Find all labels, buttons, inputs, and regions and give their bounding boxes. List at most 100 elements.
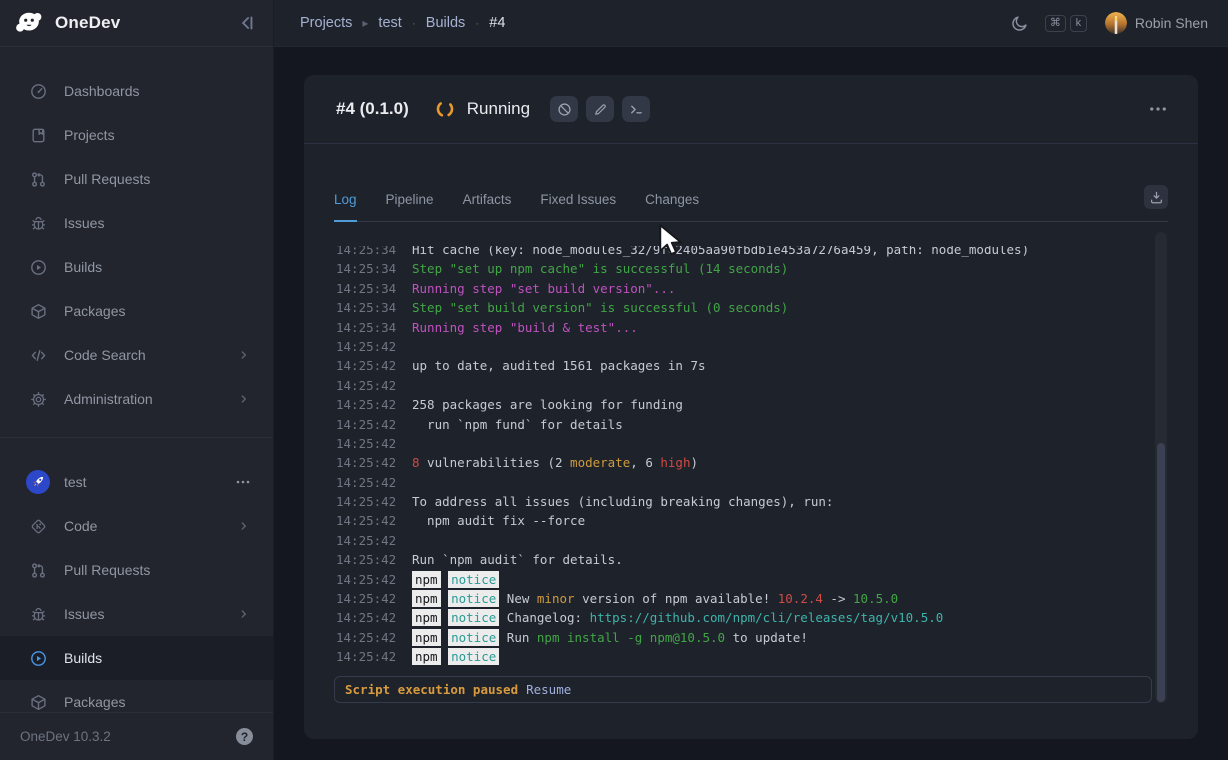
dark-mode-toggle-moon-icon[interactable] [1011,14,1029,32]
log-timestamp: 14:25:42 [336,570,398,589]
paused-banner: Script execution paused Resume [334,676,1152,703]
tab-log[interactable]: Log [334,192,357,222]
log-line: 14:25:42To address all issues (including… [304,492,1198,511]
sidebar-item-code[interactable]: Code [0,504,273,548]
bug-icon [30,606,47,623]
chevron-right-icon [237,519,251,533]
tab-pipeline[interactable]: Pipeline [386,192,434,222]
sidebar-footer: OneDev 10.3.2 ? [0,712,273,760]
breadcrumb-item-test[interactable]: test [378,15,401,31]
pull-request-icon [30,562,47,579]
more-options-icon[interactable] [1148,99,1168,119]
resume-link[interactable]: Resume [526,682,571,697]
log-timestamp: 14:25:42 [336,511,398,530]
log-line: 14:25:42 [304,434,1198,453]
log-scrollbar-thumb[interactable] [1157,443,1165,702]
breadcrumb-item-projects[interactable]: Projects [300,15,352,31]
log-message: Hit cache (key: node_modules_32/9fe2405a… [412,246,1029,259]
sidebar-item-label: Packages [64,694,125,710]
sidebar-item-pull-requests[interactable]: Pull Requests [0,548,273,592]
log-message: npm notice [412,647,499,666]
log-line: 14:25:42 [304,376,1198,395]
user-name[interactable]: Robin Shen [1135,15,1208,31]
sidebar-item-packages[interactable]: Packages [0,289,273,333]
sidebar-item-administration[interactable]: Administration [0,377,273,421]
running-spinner-icon [435,99,455,119]
tab-fixed-issues[interactable]: Fixed Issues [540,192,616,222]
sidebar-item-test[interactable]: test [0,460,273,504]
log-timestamp: 14:25:42 [336,356,398,375]
sidebar-item-label: Pull Requests [64,562,150,578]
sidebar-item-builds[interactable]: Builds [0,636,273,680]
sidebar-item-pull-requests[interactable]: Pull Requests [0,157,273,201]
log-line: 14:25:34Step "set up npm cache" is succe… [304,259,1198,278]
log-message: npm notice [412,570,499,589]
project-more-icon[interactable] [235,474,251,490]
log-message: up to date, audited 1561 packages in 7s [412,356,706,375]
log-timestamp: 14:25:42 [336,473,398,492]
sidebar: OneDev Dashboards Projects Pull Requests Is… [0,0,274,760]
log-timestamp: 14:25:42 [336,395,398,414]
log-message: Step "set up npm cache" is successful (1… [412,259,788,278]
app-version: OneDev 10.3.2 [20,729,111,744]
log-message: To address all issues (including breakin… [412,492,833,511]
sidebar-item-packages[interactable]: Packages [0,680,273,712]
log-timestamp: 14:25:42 [336,415,398,434]
sidebar-item-code-search[interactable]: Code Search [0,333,273,377]
download-log-button[interactable] [1144,185,1168,209]
build-card: #4 (0.1.0) Running LogPipelineArtifac [304,75,1198,739]
code-icon [30,347,47,364]
chevron-right-icon [237,392,251,406]
log-message: Running step "build & test"... [412,318,638,337]
log-message: 258 packages are looking for funding [412,395,683,414]
sidebar-item-label: Issues [64,215,104,231]
user-avatar[interactable] [1105,12,1127,34]
sidebar-main-section: Dashboards Projects Pull Requests Issues Bui… [0,69,273,421]
build-title: #4 (0.1.0) [336,99,409,119]
log-line: 14:25:42npm notice New minor version of … [304,589,1198,608]
log-line: 14:25:42 npm notice [304,570,1198,589]
code-branch-icon [30,518,47,535]
play-circle-icon [30,650,47,667]
log-line: 14:25:42npm notice Changelog: https://gi… [304,608,1198,627]
log-timestamp: 14:25:34 [336,246,398,259]
build-log-viewport: 14:25:34 Hit cache (key: node_modules_32/… [304,246,1198,676]
log-message: npm notice New minor version of npm avai… [412,589,898,608]
sidebar-item-builds[interactable]: Builds [0,245,273,289]
play-circle-icon [30,259,47,276]
sidebar-item-projects[interactable]: Projects [0,113,273,157]
help-icon[interactable]: ? [236,728,253,745]
build-tabs: Log Pipeline Artifacts Fixed Issues Changes [334,144,1168,222]
sidebar-item-issues[interactable]: Issues [0,201,273,245]
sidebar-collapse-icon[interactable] [237,13,257,33]
breadcrumb-item-builds[interactable]: Builds [426,15,466,31]
sidebar-item-label: Issues [64,606,104,622]
log-timestamp: 14:25:34 [336,318,398,337]
tab-artifacts[interactable]: Artifacts [463,192,512,222]
sidebar-header: OneDev [0,0,273,47]
sidebar-project-section: testCode Pull Requests Issues Builds Package… [0,438,273,712]
bug-icon [30,215,47,232]
log-message: Step "set build version" is successful (… [412,298,788,317]
log-timestamp: 14:25:42 [336,434,398,453]
sidebar-item-issues[interactable]: Issues [0,592,273,636]
book-icon [30,127,47,144]
log-line: 14:25:34 Hit cache (key: node_modules_32/… [304,246,1198,259]
sidebar-item-label: Projects [64,127,115,143]
package-icon [30,694,47,711]
breadcrumb-separator: · [475,16,479,30]
edit-build-button[interactable] [586,96,614,122]
sidebar-item-dashboards[interactable]: Dashboards [0,69,273,113]
log-timestamp: 14:25:34 [336,298,398,317]
log-line: 14:25:428 vulnerabilities (2 moderate, 6… [304,453,1198,472]
sidebar-item-label: Dashboards [64,83,140,99]
log-timestamp: 14:25:42 [336,608,398,627]
cancel-build-button[interactable] [550,96,578,122]
sidebar-menu: Dashboards Projects Pull Requests Issues Bui… [0,47,273,712]
terminal-button[interactable] [622,96,650,122]
log-line: 14:25:42Run `npm audit` for details. [304,550,1198,569]
log-timestamp: 14:25:42 [336,647,398,666]
tab-changes[interactable]: Changes [645,192,699,222]
package-icon [30,303,47,320]
sidebar-item-label: Pull Requests [64,171,150,187]
